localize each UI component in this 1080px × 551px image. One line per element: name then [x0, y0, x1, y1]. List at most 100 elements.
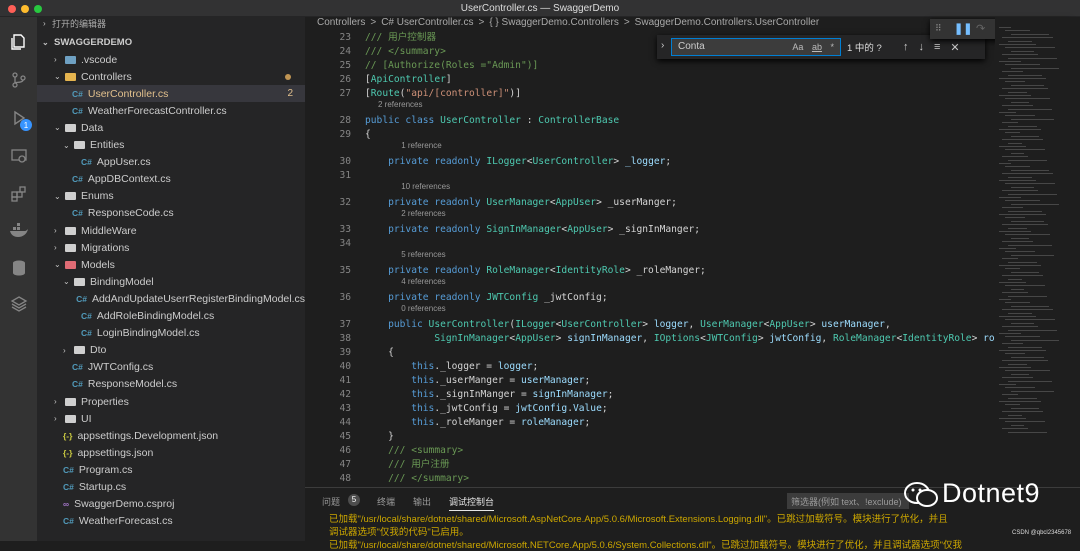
- code-line[interactable]: 29 {: [305, 128, 995, 142]
- next-match-icon[interactable]: ↓: [919, 41, 925, 53]
- extensions-icon[interactable]: [8, 183, 29, 204]
- tree-file[interactable]: C# AddAndUpdateUserrRegisterBindingModel.…: [37, 290, 305, 307]
- code-line[interactable]: 45 }: [305, 430, 995, 444]
- tree-folder[interactable]: ⌄ Controllers: [37, 68, 305, 85]
- toggle-replace-icon[interactable]: ›: [661, 40, 664, 51]
- docker-icon[interactable]: [8, 220, 29, 241]
- tree-file[interactable]: C# ResponseCode.cs: [37, 205, 305, 222]
- codelens-references[interactable]: 2 references: [401, 209, 445, 218]
- minimap-line: [1005, 353, 1025, 355]
- code-line[interactable]: 37 public UserController(ILogger<UserCon…: [305, 318, 995, 332]
- code-line[interactable]: 48 /// </summary>: [305, 472, 995, 486]
- tree-folder[interactable]: ⌄ Entities: [37, 137, 305, 154]
- close-find-icon[interactable]: ✕: [950, 41, 959, 54]
- code-line[interactable]: 40 this._logger = logger;: [305, 360, 995, 374]
- tree-folder[interactable]: ⌄ Models: [37, 256, 305, 273]
- code-line[interactable]: 39 {: [305, 346, 995, 360]
- layers-icon[interactable]: [8, 293, 29, 314]
- minimap-line: [999, 418, 1026, 419]
- regex-icon[interactable]: *: [830, 42, 834, 52]
- code-line[interactable]: 43 this._jwtConfig = jwtConfig.Value;: [305, 402, 995, 416]
- workspace-root[interactable]: ⌄ SWAGGERDEMO: [37, 34, 305, 51]
- breadcrumb-item[interactable]: C# UserController.cs: [381, 17, 473, 28]
- codelens-references[interactable]: 0 references: [401, 304, 445, 313]
- tab-debug-console[interactable]: 调试控制台: [449, 495, 495, 511]
- code-line[interactable]: 32 private readonly UserManager<AppUser>…: [305, 196, 995, 210]
- code-line[interactable]: 30 private readonly ILogger<UserControll…: [305, 155, 995, 169]
- tab-problems[interactable]: 问题: [322, 495, 340, 508]
- database-icon[interactable]: [8, 257, 29, 278]
- console-filter-input[interactable]: 筛选器(例如 text、!exclude): [787, 493, 909, 509]
- code-line[interactable]: 46 /// <summary>: [305, 444, 995, 458]
- code-token: jwtConfig: [515, 403, 568, 414]
- codelens-references[interactable]: 10 references: [401, 182, 450, 191]
- codelens-references[interactable]: 4 references: [401, 277, 445, 286]
- code-line[interactable]: 26 [ApiController]: [305, 73, 995, 87]
- tree-folder[interactable]: ⌄ Data: [37, 119, 305, 136]
- tree-folder[interactable]: › MiddleWare: [37, 222, 305, 239]
- code-line[interactable]: 27 [Route("api/[controller]")]: [305, 87, 995, 101]
- code-line[interactable]: 28 public class UserController : Controll…: [305, 114, 995, 128]
- tree-folder[interactable]: › UI: [37, 410, 305, 427]
- breadcrumb-item[interactable]: { } SwaggerDemo.Controllers: [489, 17, 619, 28]
- tree-folder[interactable]: › .vscode: [37, 51, 305, 68]
- tab-terminal[interactable]: 终端: [377, 495, 395, 508]
- breadcrumb-item[interactable]: SwaggerDemo.Controllers.UserController: [635, 17, 820, 28]
- explorer-icon[interactable]: [8, 31, 29, 52]
- tree-file[interactable]: C# UserController.cs 2: [37, 85, 305, 103]
- tree-file[interactable]: C# AppDBContext.cs: [37, 171, 305, 188]
- previous-match-icon[interactable]: ↑: [903, 41, 909, 53]
- pause-icon[interactable]: ❚❚: [954, 22, 972, 35]
- match-case-icon[interactable]: Aa: [792, 42, 803, 52]
- tree-file[interactable]: C# JWTConfig.cs: [37, 359, 305, 376]
- tree-file[interactable]: C# AppUser.cs: [37, 154, 305, 171]
- code-line[interactable]: 31: [305, 169, 995, 183]
- tree-folder[interactable]: › Dto: [37, 342, 305, 359]
- tree-file[interactable]: C# WeatherForecastController.cs: [37, 102, 305, 119]
- remote-explorer-icon[interactable]: [8, 145, 29, 166]
- breadcrumb-item[interactable]: Controllers: [317, 17, 365, 28]
- code-line[interactable]: 25 // [Authorize(Roles ="Admin")]: [305, 59, 995, 73]
- code-line[interactable]: 41 this._userManger = userManager;: [305, 374, 995, 388]
- code-line[interactable]: 38 SignInManager<AppUser> signInManager,…: [305, 332, 995, 346]
- code-line[interactable]: 42 this._signInManger = signInManager;: [305, 388, 995, 402]
- minimap[interactable]: [995, 17, 1080, 487]
- minimap-line: [1011, 339, 1059, 341]
- tree-file[interactable]: C# Startup.cs: [37, 479, 305, 496]
- tree-folder[interactable]: › Properties: [37, 393, 305, 410]
- tab-output[interactable]: 输出: [413, 495, 431, 508]
- code-line[interactable]: 34: [305, 237, 995, 251]
- tree-folder[interactable]: ⌄ BindingModel: [37, 273, 305, 290]
- tree-file[interactable]: C# ResponseModel.cs: [37, 376, 305, 393]
- codelens-references[interactable]: 2 references: [378, 100, 422, 109]
- drag-handle-icon[interactable]: ⠿: [935, 23, 942, 34]
- tree-file[interactable]: ∞ SwaggerDemo.csproj: [37, 496, 305, 513]
- code-line[interactable]: 35 private readonly RoleManager<Identity…: [305, 264, 995, 278]
- tree-file[interactable]: {-} appsettings.json: [37, 444, 305, 461]
- tree-file[interactable]: C# Program.cs: [37, 461, 305, 478]
- code-line[interactable]: 44 this._roleManger = roleManager;: [305, 416, 995, 430]
- code-token: SignInManager: [486, 224, 562, 235]
- find-in-selection-icon[interactable]: ≡: [934, 41, 940, 53]
- tree-file[interactable]: C# AddRoleBindingModel.cs: [37, 308, 305, 325]
- codelens-references[interactable]: 1 reference: [401, 141, 441, 150]
- match-word-icon[interactable]: ab: [812, 42, 822, 52]
- step-over-icon[interactable]: ↷: [976, 22, 985, 35]
- code-line[interactable]: 47 /// 用户注册: [305, 458, 995, 472]
- source-control-icon[interactable]: [8, 69, 29, 90]
- code-line[interactable]: 33 private readonly SignInManager<AppUse…: [305, 223, 995, 237]
- tree-folder[interactable]: › Migrations: [37, 239, 305, 256]
- tree-file[interactable]: {-} appsettings.Development.json: [37, 427, 305, 444]
- code-line[interactable]: 36 private readonly JWTConfig _jwtConfig…: [305, 291, 995, 305]
- tree-folder[interactable]: ⌄ Enums: [37, 188, 305, 205]
- tree-item-label: MiddleWare: [81, 224, 137, 237]
- open-editors-section[interactable]: › 打开的编辑器: [37, 17, 305, 29]
- tree-file[interactable]: C# LoginBindingModel.cs: [37, 325, 305, 342]
- codelens-references[interactable]: 5 references: [401, 250, 445, 259]
- code-editor[interactable]: Controllers > C# UserController.cs > { } Swa…: [305, 17, 995, 487]
- code-token: signInManager: [532, 389, 608, 400]
- find-input[interactable]: Conta Aa ab *: [671, 38, 841, 56]
- tree-file[interactable]: C# WeatherForecast.cs: [37, 513, 305, 530]
